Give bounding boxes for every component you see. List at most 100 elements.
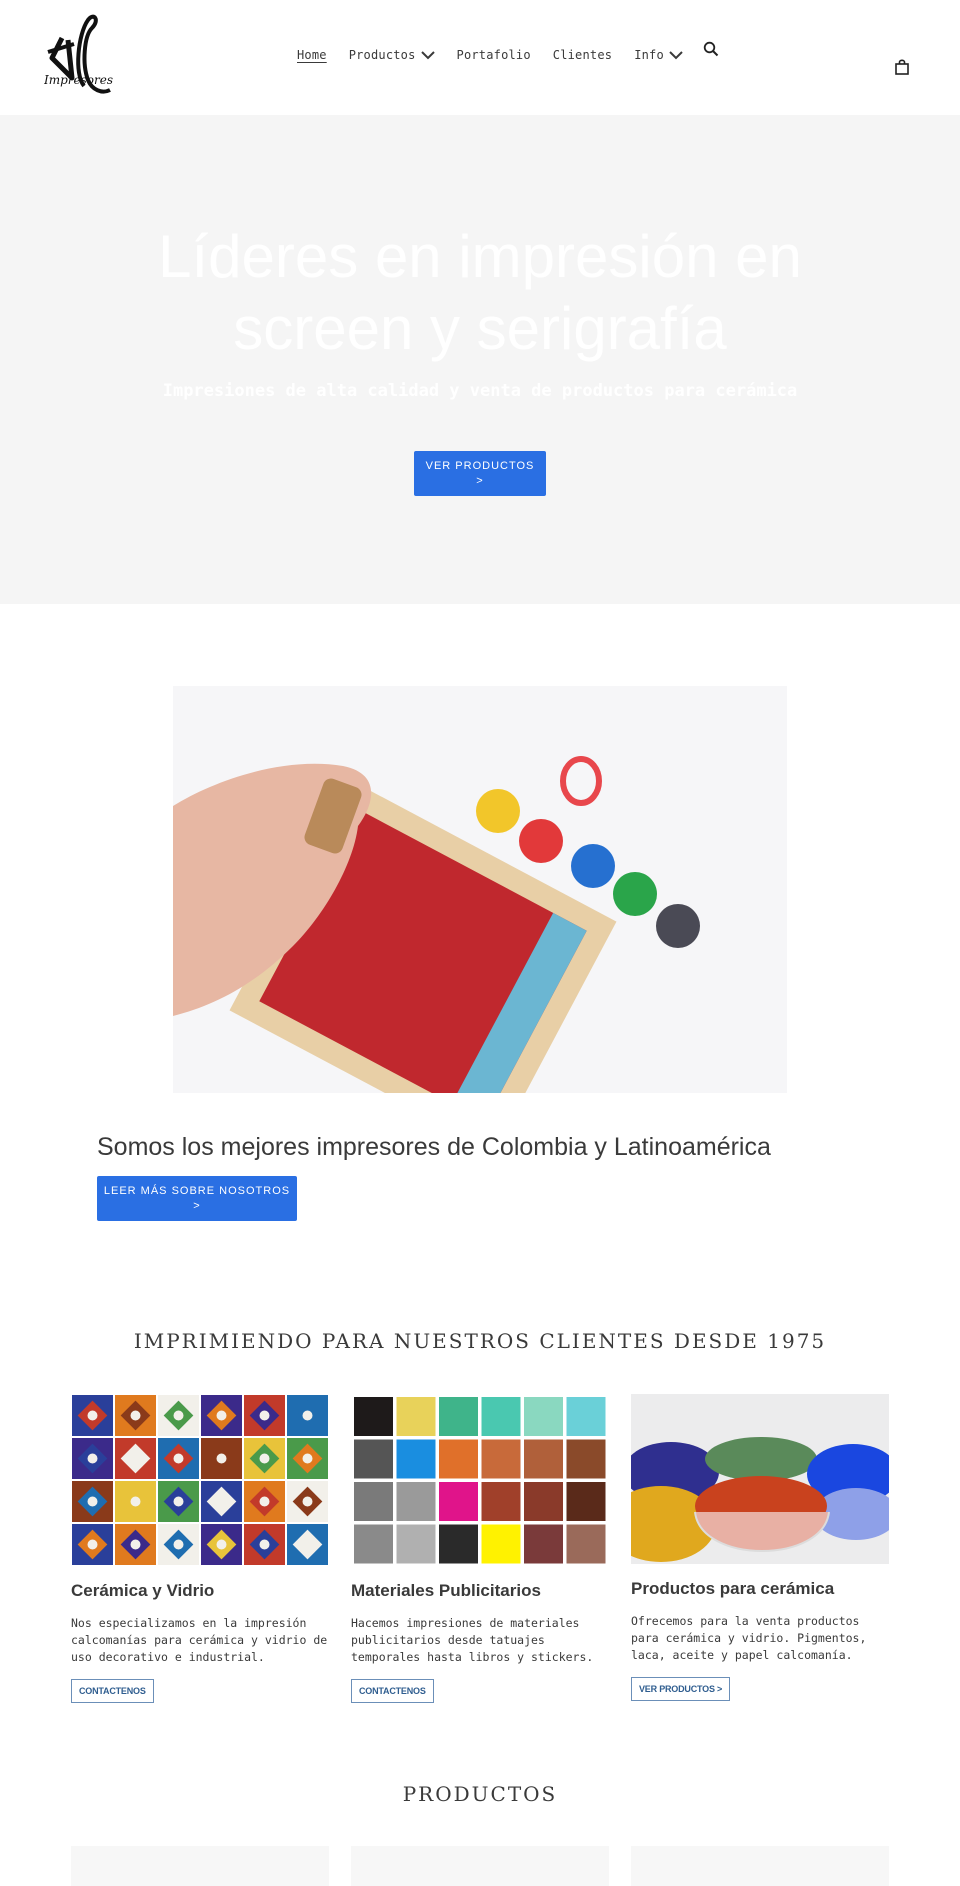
color-swatch (524, 1524, 563, 1564)
service-card: Cerámica y Vidrio Nos especializamos en … (71, 1394, 329, 1703)
button-arrow: > (193, 1199, 201, 1212)
cmyk-image (351, 1394, 609, 1566)
color-swatch (566, 1397, 606, 1436)
main-nav: Home Productos Portafolio Clientes Info (297, 48, 705, 62)
tile (201, 1395, 242, 1436)
contact-button[interactable]: CONTACTENOS (71, 1679, 154, 1703)
color-swatch (396, 1482, 436, 1521)
product-card[interactable] (71, 1846, 329, 1886)
color-swatch (566, 1524, 606, 1564)
services-heading: IMPRIMIENDO PARA NUESTROS CLIENTES DESDE… (133, 1329, 827, 1353)
view-products-button[interactable]: VER PRODUCTOS > (631, 1677, 731, 1701)
color-swatch (354, 1482, 393, 1521)
product-card[interactable] (631, 1846, 889, 1886)
chevron-down-icon (669, 51, 683, 60)
tiles-image (71, 1394, 329, 1566)
nav-item-productos[interactable]: Productos (349, 48, 435, 62)
tile (158, 1395, 199, 1436)
tile (115, 1481, 156, 1522)
color-swatch (396, 1524, 436, 1564)
cmyk-grid-illustration (351, 1394, 609, 1566)
hero-subtitle: Impresiones de alta calidad y venta de p… (162, 381, 798, 401)
tile (201, 1481, 242, 1522)
hero-title: Líderes en impresión en screen y serigra… (158, 223, 802, 362)
card-text: Hacemos impresiones de materiales public… (351, 1616, 594, 1664)
nav-item-home[interactable]: Home (297, 48, 327, 62)
color-swatch (481, 1482, 521, 1521)
color-swatch (354, 1524, 393, 1564)
pigments-image (631, 1394, 889, 1564)
color-swatch (524, 1397, 563, 1436)
tile (287, 1481, 328, 1522)
nav-item-info[interactable]: Info (634, 48, 683, 62)
color-swatch (439, 1439, 478, 1479)
color-swatch (396, 1439, 436, 1479)
nav-label: Home (297, 48, 327, 62)
color-swatch (524, 1439, 563, 1479)
tile (287, 1524, 328, 1565)
color-swatch (396, 1397, 436, 1436)
tile (244, 1395, 285, 1436)
nav-item-portafolio[interactable]: Portafolio (457, 48, 531, 62)
color-swatch (481, 1439, 521, 1479)
svg-text:Impresores: Impresores (44, 73, 113, 87)
color-swatch (439, 1397, 478, 1436)
screen-printing-illustration (173, 686, 787, 1093)
color-swatch (566, 1482, 606, 1521)
nav-label: Portafolio (456, 48, 531, 62)
tile (244, 1438, 285, 1479)
tile (201, 1438, 242, 1479)
search-icon[interactable] (703, 41, 719, 57)
nav-label: Info (634, 48, 664, 62)
view-products-button[interactable]: VER PRODUCTOS > (414, 451, 546, 496)
nav-label: Productos (348, 48, 416, 62)
card-title: Productos para cerámica (631, 1579, 835, 1598)
tile (115, 1524, 156, 1565)
tile (72, 1524, 113, 1565)
tile (287, 1438, 328, 1479)
tile (158, 1524, 199, 1565)
about-title: Somos los mejores impresores de Colombia… (97, 1133, 771, 1161)
product-card[interactable] (351, 1846, 609, 1886)
screen-printing-image (173, 686, 787, 1093)
logo[interactable]: Impresores (43, 14, 116, 100)
read-more-about-button[interactable]: LEER MÁS SOBRE NOSOTROS > (97, 1176, 297, 1221)
contact-button[interactable]: CONTACTENOS (351, 1679, 434, 1703)
logo-mark-icon: Impresores (43, 14, 113, 94)
color-swatch (439, 1524, 478, 1564)
color-swatch (481, 1397, 521, 1436)
tile (72, 1395, 113, 1436)
ceramic-tiles-illustration (72, 1395, 328, 1565)
card-title: Materiales Publicitarios (351, 1581, 541, 1600)
tile (72, 1438, 113, 1479)
tile (201, 1524, 242, 1565)
color-swatch (439, 1482, 478, 1521)
color-swatch (524, 1482, 563, 1521)
tile (115, 1395, 156, 1436)
nav-label: Clientes (552, 48, 613, 62)
card-title: Cerámica y Vidrio (71, 1581, 215, 1600)
tile (158, 1438, 199, 1479)
color-swatch (566, 1439, 606, 1479)
tile (158, 1481, 199, 1522)
button-label: LEER MÁS SOBRE NOSOTROS (103, 1184, 291, 1197)
color-swatch (354, 1397, 393, 1436)
site-header: Impresores Home Productos Portafolio Cli… (0, 0, 960, 115)
products-heading: PRODUCTOS (402, 1782, 558, 1806)
hero-banner: Líderes en impresión en screen y serigra… (0, 115, 960, 604)
color-swatch (481, 1524, 521, 1564)
card-text: Nos especializamos en la impresión calco… (71, 1616, 328, 1664)
chevron-down-icon (420, 51, 435, 60)
pigments-illustration (631, 1394, 889, 1564)
nav-item-clientes[interactable]: Clientes (553, 48, 612, 62)
service-card: Materiales Publicitarios Hacemos impresi… (351, 1394, 609, 1703)
tile (244, 1524, 285, 1565)
tile (115, 1438, 156, 1479)
color-swatch (354, 1439, 393, 1479)
button-label: VER PRODUCTOS (425, 459, 535, 472)
service-card: Productos para cerámica Ofrecemos para l… (631, 1394, 889, 1701)
card-text: Ofrecemos para la venta productos para c… (631, 1614, 867, 1662)
shopping-bag-icon[interactable] (895, 59, 909, 75)
tile (72, 1481, 113, 1522)
button-arrow: > (476, 474, 484, 487)
